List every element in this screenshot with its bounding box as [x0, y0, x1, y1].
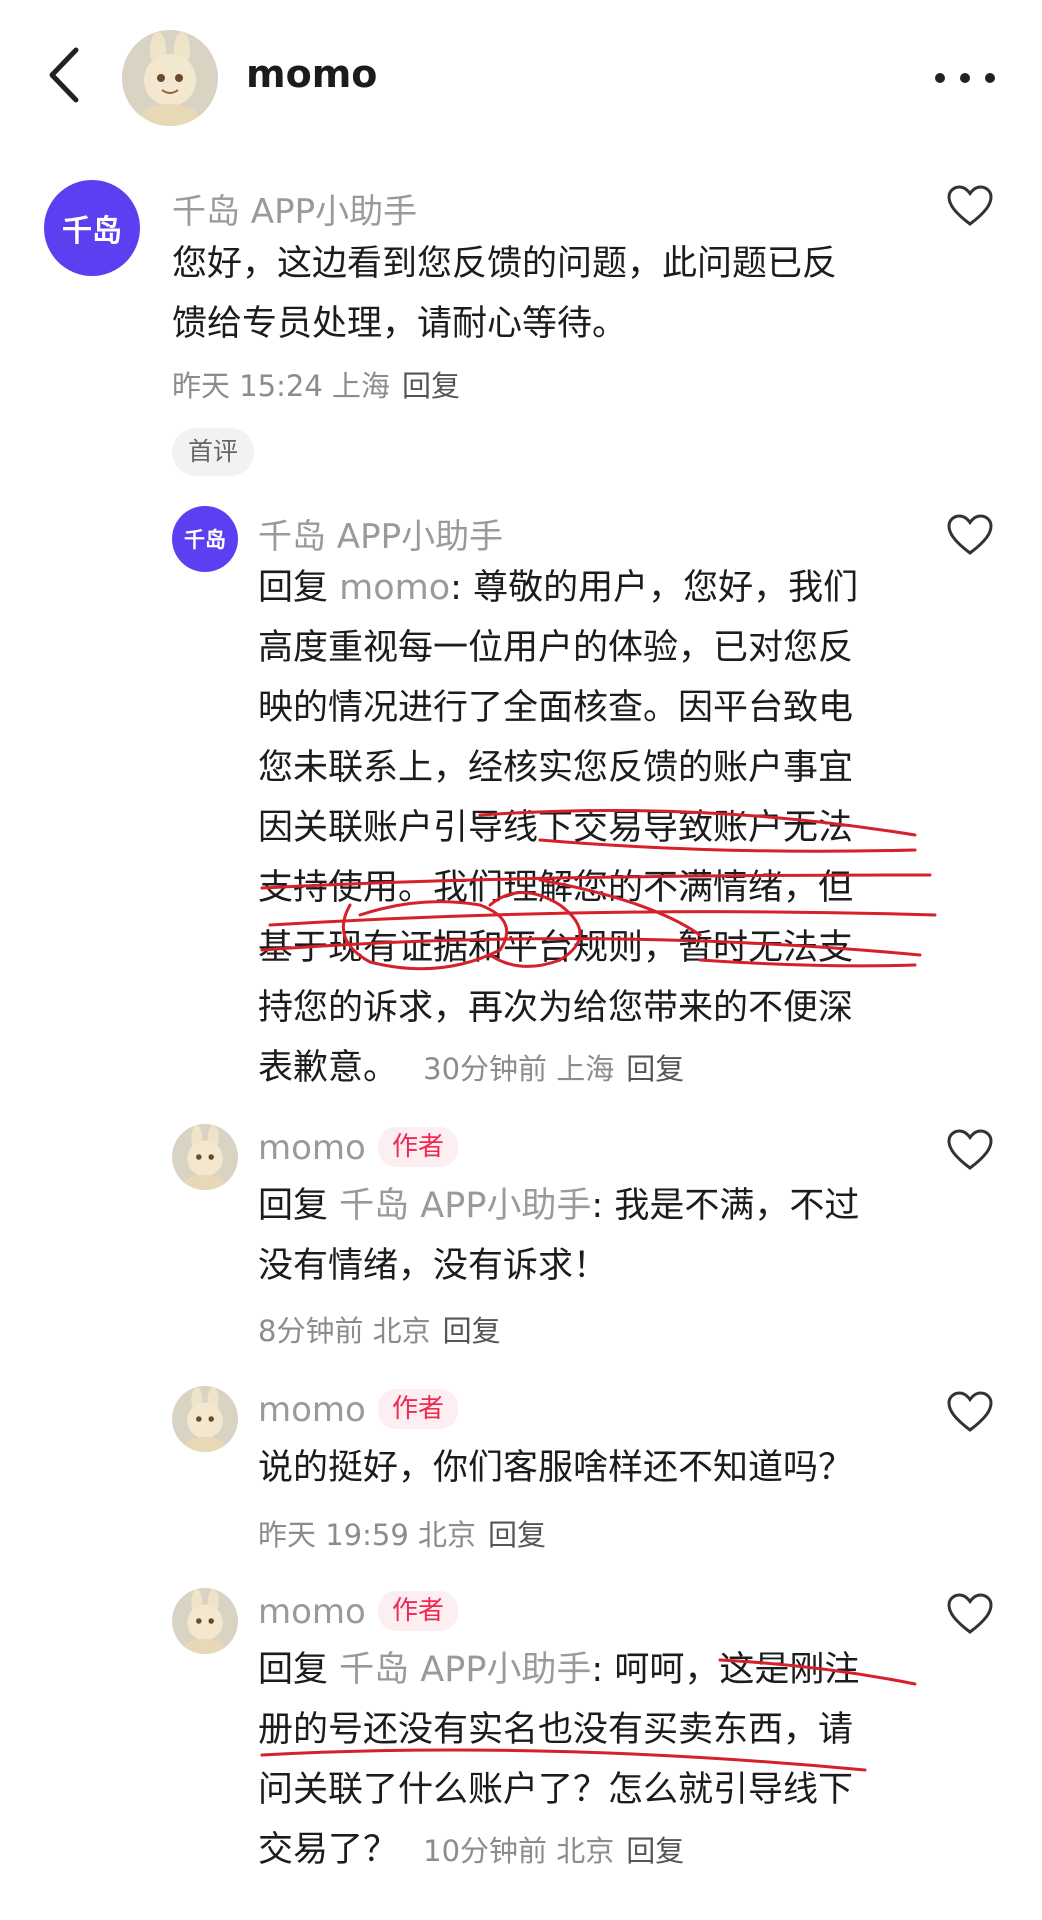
momo-avatar[interactable] [172, 1386, 238, 1452]
heart-icon[interactable] [946, 1592, 994, 1636]
comment-line: 持您的诉求，再次为给您带来的不便深 [258, 988, 854, 1028]
comment-time-location: 昨天 19:59 北京 [258, 1518, 477, 1552]
comment-meta: 昨天 19:59 北京 回复 [258, 1512, 546, 1554]
comment-line: 回复 momo: 尊敬的用户，您好，我们 [258, 558, 918, 618]
reply-target[interactable]: 千岛 APP小助手 [339, 1650, 591, 1690]
doll-avatar-icon [122, 30, 218, 126]
momo-avatar[interactable] [172, 1588, 238, 1654]
comment-text: 表歉意。 [258, 1048, 399, 1088]
author-badge: 作者 [378, 1591, 459, 1631]
comment-time-location: 昨天 15:24 上海 [172, 369, 391, 403]
reply-prefix: 回复 [258, 1650, 340, 1690]
comment-line: 支持使用。我们理解您的不满情绪，但 [258, 868, 854, 908]
more-dots-icon [935, 73, 995, 83]
comment-body: 回复 千岛 APP小助手: 我是不满，不过 没有情绪，没有诉求！ [258, 1176, 918, 1296]
comment-line: 基于现有证据和平台规则，暂时无法支 [258, 928, 854, 968]
doll-avatar-icon [172, 1588, 238, 1654]
comment-body: 回复 momo: 尊敬的用户，您好，我们 高度重视每一位用户的体验，已对您反 映… [258, 558, 918, 1099]
reply-prefix: 回复 [258, 568, 340, 608]
qiandao-avatar[interactable]: 千岛 [172, 506, 238, 572]
doll-avatar-icon [172, 1386, 238, 1452]
comment-nickname[interactable]: 千岛 APP小助手 [258, 509, 503, 558]
comment-text: : 我是不满，不过 [591, 1186, 860, 1226]
reply-link[interactable]: 回复 [402, 369, 460, 403]
comment-text: 交易了？ [258, 1830, 399, 1870]
comment-line: 册的号还没有实名也没有买卖东西，请 [258, 1710, 854, 1750]
heart-icon[interactable] [946, 513, 994, 557]
reply-link[interactable]: 回复 [443, 1314, 501, 1348]
qiandao-logo-text: 千岛 [184, 528, 226, 552]
comment-time-location: 10分钟前 北京 [423, 1834, 615, 1868]
comment-time-location: 30分钟前 上海 [423, 1052, 615, 1086]
reply-link[interactable]: 回复 [626, 1834, 684, 1868]
comment-nickname[interactable]: momo [258, 1592, 366, 1632]
comment-time-location: 8分钟前 北京 [258, 1314, 431, 1348]
qiandao-avatar[interactable]: 千岛 [44, 180, 140, 276]
comment-body: 说的挺好，你们客服啥样还不知道吗？ [258, 1438, 938, 1498]
comment-line: 回复 千岛 APP小助手: 我是不满，不过 [258, 1176, 918, 1236]
comment-meta: 8分钟前 北京 回复 [258, 1308, 501, 1350]
comment-nickname[interactable]: 千岛 APP小助手 [172, 184, 417, 233]
comment-line: 因关联账户引导线下交易导致账户无法 [258, 808, 854, 848]
qiandao-logo-text: 千岛 [62, 214, 122, 249]
comment-body: 您好，这边看到您反馈的问题，此问题已反 馈给专员处理，请耐心等待。 [172, 234, 892, 354]
comment-nickname[interactable]: momo [258, 1128, 366, 1168]
header-avatar[interactable] [122, 30, 218, 126]
comment-line: 说的挺好，你们客服啥样还不知道吗？ [258, 1448, 854, 1488]
comment-line: 您未联系上，经核实您反馈的账户事宜 [258, 748, 854, 788]
comment-line: 映的情况进行了全面核查。因平台致电 [258, 688, 854, 728]
heart-icon[interactable] [946, 1128, 994, 1172]
comment-line: 没有情绪，没有诉求！ [258, 1246, 609, 1286]
reply-target[interactable]: 千岛 APP小助手 [339, 1186, 591, 1226]
heart-icon[interactable] [946, 184, 994, 228]
top-bar: momo [0, 0, 1042, 150]
author-badge: 作者 [378, 1389, 459, 1429]
header-title: momo [246, 52, 378, 96]
comment-meta: 昨天 15:24 上海 回复 [172, 363, 460, 405]
comment-line: 表歉意。 30分钟前 上海 回复 [258, 1038, 918, 1099]
comment-nickname[interactable]: momo [258, 1390, 366, 1430]
back-arrow-icon [49, 47, 79, 103]
comment-line: 馈给专员处理，请耐心等待。 [172, 304, 628, 344]
reply-target[interactable]: momo [339, 568, 450, 608]
author-badge: 作者 [378, 1127, 459, 1167]
comment-line: 交易了？ 10分钟前 北京 回复 [258, 1820, 918, 1881]
heart-icon[interactable] [946, 1390, 994, 1434]
comment-line: 回复 千岛 APP小助手: 呵呵，这是刚注 [258, 1640, 918, 1700]
comment-body: 回复 千岛 APP小助手: 呵呵，这是刚注 册的号还没有实名也没有买卖东西，请 … [258, 1640, 918, 1881]
comment-line: 您好，这边看到您反馈的问题，此问题已反 [172, 244, 838, 284]
more-button[interactable] [930, 58, 1000, 98]
comment-line: 问关联了什么账户了？怎么就引导线下 [258, 1770, 854, 1810]
first-comment-badge: 首评 [172, 428, 255, 476]
reply-link[interactable]: 回复 [488, 1518, 546, 1552]
comment-text: : 尊敬的用户，您好，我们 [450, 568, 859, 608]
comment-line: 高度重视每一位用户的体验，已对您反 [258, 628, 854, 668]
reply-link[interactable]: 回复 [626, 1052, 684, 1086]
momo-avatar[interactable] [172, 1124, 238, 1190]
reply-prefix: 回复 [258, 1186, 340, 1226]
doll-avatar-icon [172, 1124, 238, 1190]
comment-text: : 呵呵，这是刚注 [591, 1650, 860, 1690]
back-button[interactable] [40, 40, 90, 110]
